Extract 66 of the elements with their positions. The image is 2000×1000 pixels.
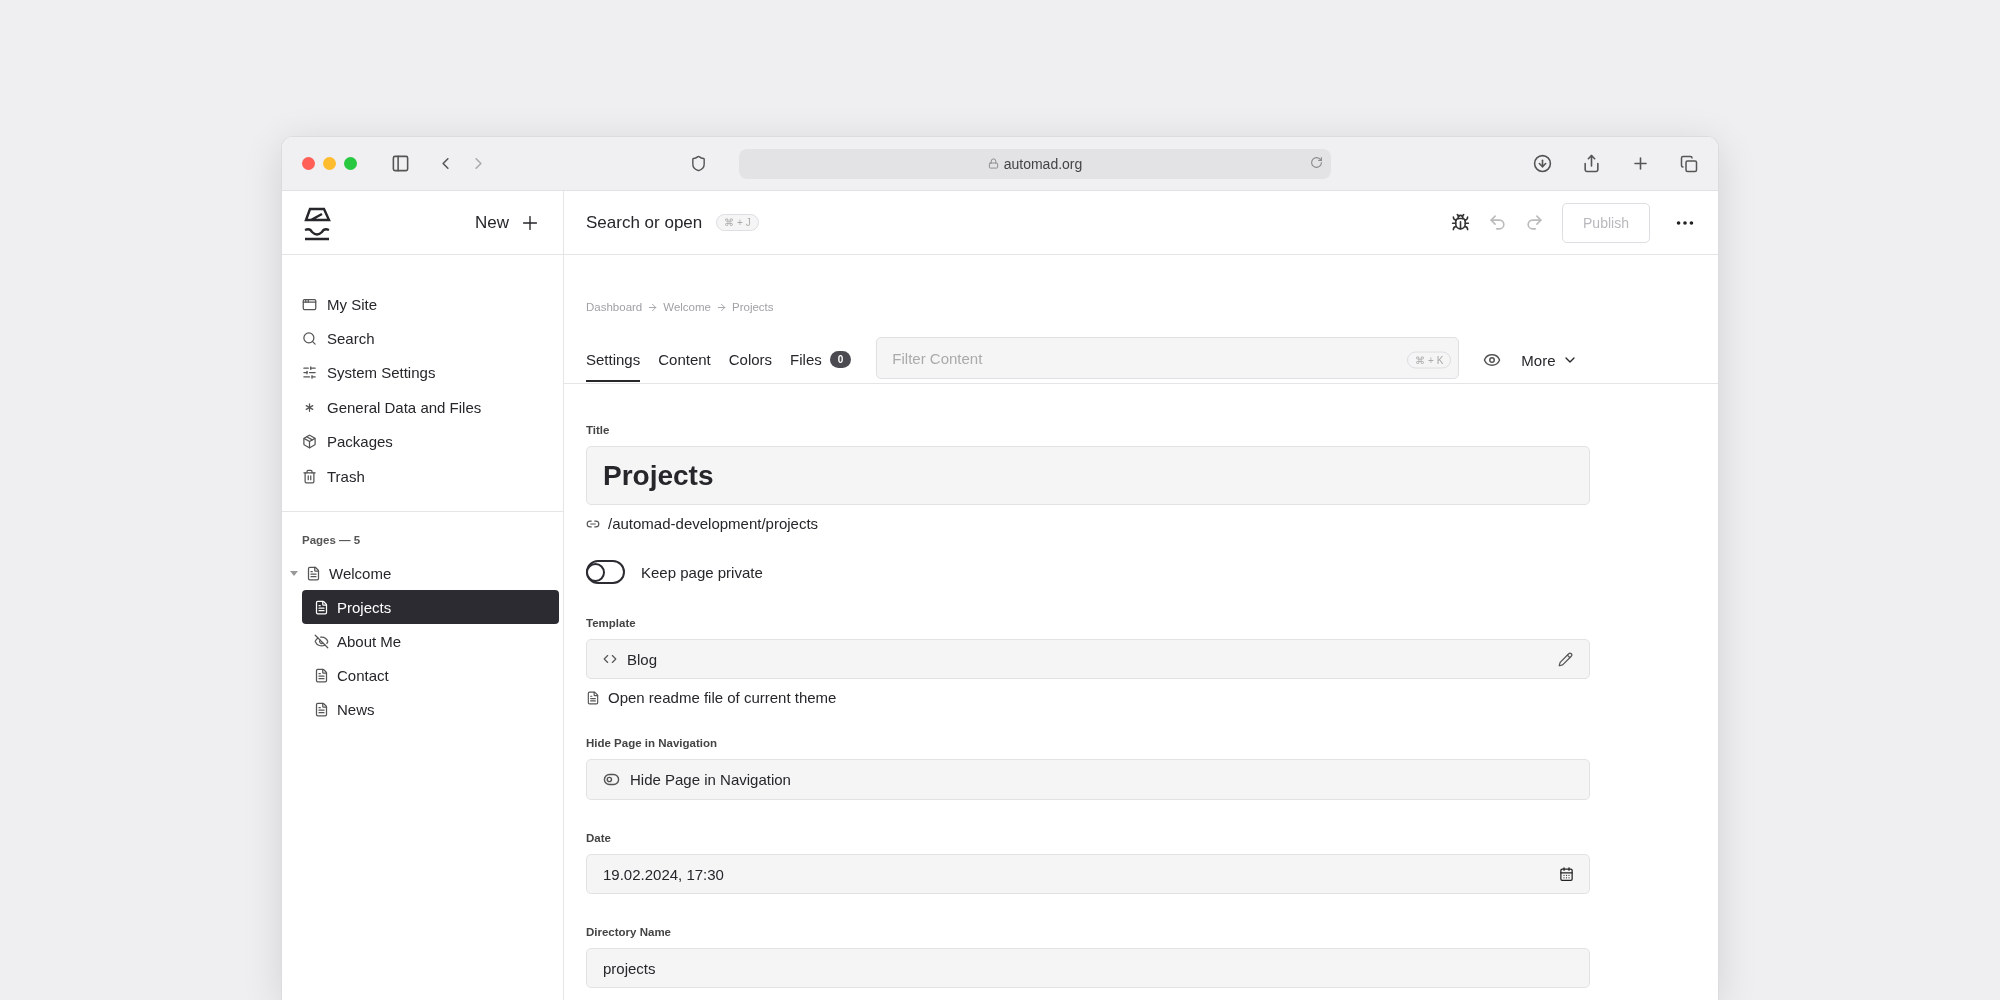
page-url-link[interactable]: /automad-development/projects <box>586 515 1590 532</box>
new-tab-icon[interactable] <box>1631 154 1650 173</box>
page-tree-item[interactable]: Projects <box>302 590 559 625</box>
arrow-right-icon <box>647 301 659 313</box>
count-badge: 0 <box>829 350 852 368</box>
window-icon <box>302 296 317 312</box>
tab[interactable]: Content <box>658 338 711 382</box>
tab[interactable]: Files 0 <box>790 338 852 382</box>
arrow-right-icon <box>716 301 727 313</box>
field-label: Directory Name <box>586 926 672 938</box>
field-label: Title <box>586 424 611 436</box>
sidebar-nav-item[interactable]: My Site <box>302 287 543 322</box>
page-tree-item[interactable]: Contact <box>302 658 559 693</box>
select-field[interactable]: Hide Page in Navigation <box>586 759 1590 800</box>
expand-caret-icon[interactable] <box>290 570 298 576</box>
page-tree-item[interactable]: About Me <box>302 624 559 659</box>
trash-icon <box>302 468 317 484</box>
document-icon <box>586 690 600 705</box>
search-icon <box>302 331 317 347</box>
address-bar[interactable]: automad.org <box>739 148 1331 179</box>
bug-icon[interactable] <box>1451 213 1470 232</box>
readme-link[interactable]: Open readme file of current theme <box>586 689 1590 706</box>
title-field[interactable]: Projects <box>586 446 1590 505</box>
tab[interactable]: Colors <box>728 338 773 382</box>
more-menu-button[interactable]: More <box>1521 351 1578 369</box>
search-button[interactable]: Search or open <box>586 212 703 233</box>
box-icon <box>302 434 317 450</box>
sidebar-nav-item[interactable]: Packages <box>302 424 543 459</box>
lock-icon <box>987 158 999 169</box>
private-toggle[interactable] <box>586 560 625 584</box>
code-icon <box>603 652 617 666</box>
sidebar-nav-item[interactable]: System Settings <box>302 355 543 391</box>
document-icon <box>314 667 329 683</box>
toggle-icon <box>603 771 620 788</box>
eye-off-icon <box>314 633 329 649</box>
calendar-icon[interactable] <box>1559 866 1574 882</box>
toggle-label: Keep page private <box>641 563 763 581</box>
sidebar-nav-item[interactable]: Search <box>302 321 543 356</box>
sidebar-nav-item[interactable]: Trash <box>302 458 543 494</box>
sidebar-toggle-icon[interactable] <box>391 154 410 173</box>
shortcut-hint: ⌘ + K <box>1407 351 1452 369</box>
field-label: Hide Page in Navigation <box>586 737 718 749</box>
document-icon <box>306 565 321 581</box>
document-icon <box>314 599 329 615</box>
tab[interactable]: Settings <box>586 338 641 382</box>
pages-heading: Pages — 5 <box>301 533 362 549</box>
window-close-button[interactable] <box>302 157 315 170</box>
tabs-overview-icon[interactable] <box>1680 154 1698 173</box>
date-field[interactable]: 19.02.2024, 17:30 <box>586 854 1590 894</box>
new-page-button[interactable]: New <box>475 211 541 234</box>
page-tree-item[interactable]: Welcome <box>286 556 559 591</box>
eye-icon[interactable] <box>1483 351 1502 369</box>
document-icon <box>314 701 329 717</box>
share-icon[interactable] <box>1582 154 1601 173</box>
sliders-icon <box>302 365 317 381</box>
page-tree-item[interactable]: News <box>302 692 559 727</box>
reload-icon[interactable] <box>1310 155 1323 169</box>
sidebar-nav-item[interactable]: General Data and Files <box>302 390 543 425</box>
download-icon[interactable] <box>1533 154 1552 173</box>
pencil-icon[interactable] <box>1558 651 1573 667</box>
field-label: Template <box>586 617 637 629</box>
shield-icon[interactable] <box>690 155 707 172</box>
field-label: Date <box>586 832 612 844</box>
directory-name-field[interactable]: projects <box>586 948 1590 988</box>
shortcut-hint: ⌘ + J <box>716 214 759 231</box>
template-field[interactable]: Blog <box>586 639 1590 679</box>
